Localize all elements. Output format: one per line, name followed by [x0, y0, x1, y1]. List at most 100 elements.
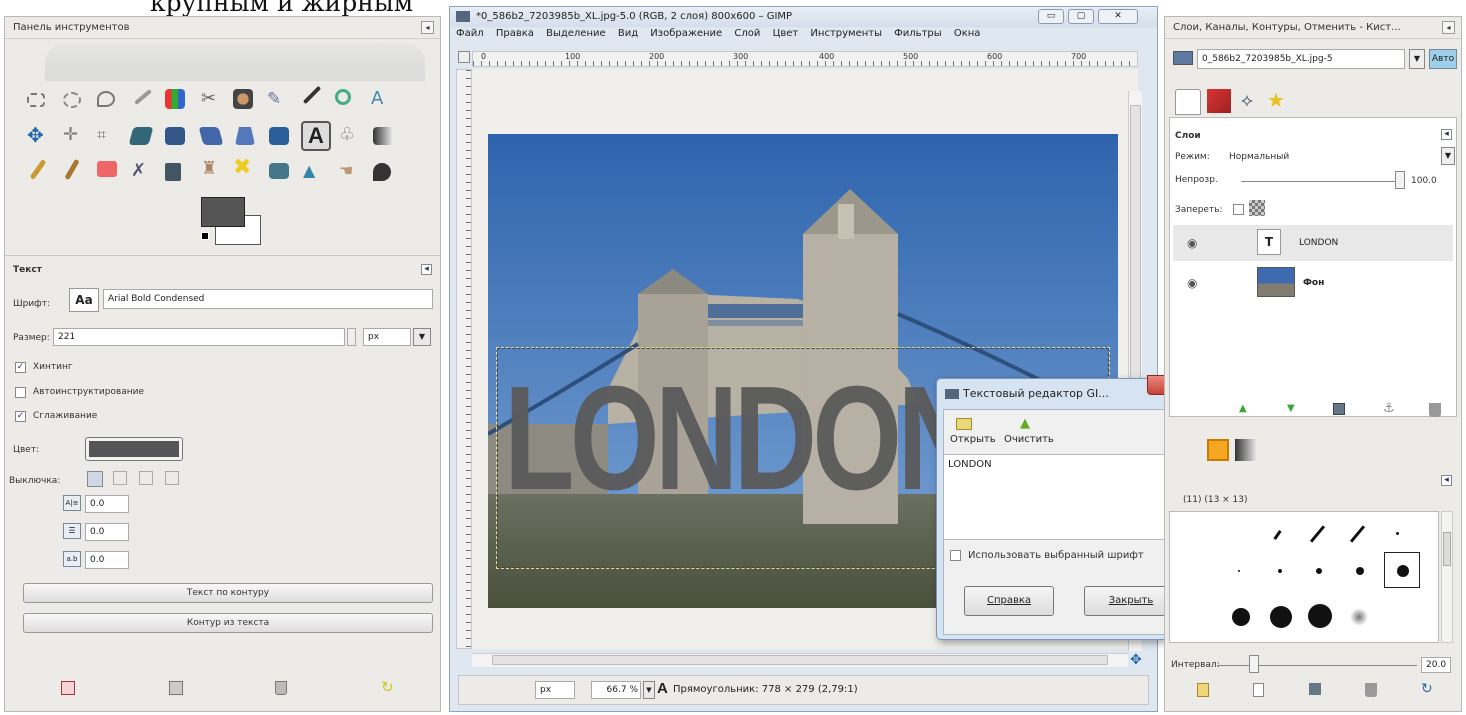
- text-tool-icon[interactable]: A: [301, 121, 331, 151]
- menu-filters[interactable]: Фильтры: [894, 28, 941, 39]
- align-tool-icon[interactable]: ✛: [63, 125, 85, 147]
- opacity-slider-handle[interactable]: [1395, 171, 1405, 189]
- brush-dot-4[interactable]: [1356, 567, 1364, 575]
- layer-visibility-eye-icon[interactable]: ◉: [1187, 236, 1197, 250]
- mode-value[interactable]: Нормальный: [1229, 152, 1289, 162]
- size-unit-select[interactable]: px: [363, 328, 411, 346]
- brush-slash-2[interactable]: [1309, 525, 1326, 543]
- color-picker-tool-icon[interactable]: [302, 85, 322, 105]
- paintbrush-tool-icon[interactable]: [64, 158, 80, 181]
- size-spin-icon[interactable]: [347, 328, 356, 346]
- mode-dropdown-icon[interactable]: ▼: [1441, 147, 1455, 165]
- tool-options-menu-icon[interactable]: ◂: [421, 264, 432, 275]
- default-colors-icon[interactable]: [201, 232, 209, 240]
- delete-options-icon[interactable]: [275, 681, 287, 695]
- lower-layer-icon[interactable]: ▼: [1287, 403, 1295, 414]
- ellipse-select-tool-icon[interactable]: [63, 92, 81, 108]
- tab-undo-icon[interactable]: ★: [1263, 87, 1289, 113]
- perspective-tool-icon[interactable]: [235, 127, 255, 145]
- help-button[interactable]: Справка: [964, 586, 1054, 616]
- delete-layer-icon[interactable]: [1429, 403, 1441, 417]
- dock-menu-icon[interactable]: ◂: [1442, 21, 1455, 34]
- autohint-checkbox[interactable]: [15, 387, 26, 398]
- flip-tool-icon[interactable]: [269, 127, 289, 145]
- minimize-button[interactable]: ▭: [1038, 9, 1064, 24]
- font-preview-button[interactable]: Aa: [69, 288, 99, 312]
- dodge-burn-tool-icon[interactable]: [373, 163, 391, 181]
- ink-tool-icon[interactable]: [165, 163, 181, 181]
- justify-center-button[interactable]: [139, 471, 153, 485]
- open-button[interactable]: Открыть: [950, 434, 996, 445]
- tab-gradients-icon[interactable]: [1235, 439, 1257, 461]
- fuzzy-select-tool-icon[interactable]: [134, 89, 152, 105]
- save-options-icon[interactable]: [61, 681, 75, 695]
- menu-tools[interactable]: Инструменты: [810, 28, 882, 39]
- tab-layers-icon[interactable]: [1175, 89, 1201, 115]
- brush-small-1[interactable]: [1396, 532, 1399, 535]
- menu-layer[interactable]: Слой: [734, 28, 760, 39]
- lasso-tool-icon[interactable]: [97, 91, 115, 107]
- menu-edit[interactable]: Правка: [496, 28, 534, 39]
- brush-slash-1[interactable]: [1273, 530, 1282, 540]
- lock-pixels-checkbox[interactable]: [1233, 204, 1244, 215]
- refresh-brushes-icon[interactable]: ↻: [1421, 681, 1433, 697]
- clear-button[interactable]: Очистить: [1004, 434, 1054, 445]
- brush-large-3[interactable]: [1308, 604, 1332, 628]
- scissors-tool-icon[interactable]: ✂: [201, 89, 223, 111]
- text-along-path-button[interactable]: Текст по контуру: [23, 583, 433, 603]
- zoom-tool-icon[interactable]: [335, 89, 351, 105]
- foreground-select-tool-icon[interactable]: [233, 89, 253, 109]
- menu-windows[interactable]: Окна: [954, 28, 981, 39]
- tab-brushes-icon[interactable]: [1207, 439, 1229, 461]
- brush-dot-3[interactable]: [1316, 568, 1322, 574]
- layer-name-london[interactable]: LONDON: [1299, 238, 1338, 248]
- rotate-tool-icon[interactable]: [128, 127, 154, 145]
- raise-layer-icon[interactable]: ▲: [1239, 403, 1247, 414]
- select-by-color-tool-icon[interactable]: [165, 89, 185, 109]
- blend-tool-icon[interactable]: [373, 127, 393, 145]
- rect-select-tool-icon[interactable]: [27, 93, 45, 107]
- unit-select[interactable]: px: [535, 681, 575, 699]
- perspective-clone-tool-icon[interactable]: [269, 163, 289, 179]
- anchor-layer-icon[interactable]: ⚓: [1383, 401, 1395, 416]
- foreground-color-swatch[interactable]: [201, 197, 245, 227]
- line-spacing-input[interactable]: 0.0: [85, 523, 129, 541]
- hinting-checkbox[interactable]: ✓: [15, 362, 26, 373]
- menu-view[interactable]: Вид: [618, 28, 638, 39]
- menu-colors[interactable]: Цвет: [773, 28, 799, 39]
- brush-large-1[interactable]: [1232, 608, 1250, 626]
- restore-options-icon[interactable]: [169, 681, 183, 695]
- text-color-button[interactable]: [85, 437, 183, 461]
- paths-tool-icon[interactable]: ✎: [267, 89, 289, 111]
- navigate-icon[interactable]: ✥: [1130, 653, 1142, 667]
- maximize-button[interactable]: ▢: [1068, 9, 1094, 24]
- new-brush-icon[interactable]: [1253, 683, 1264, 697]
- opacity-value[interactable]: 100.0: [1411, 176, 1437, 186]
- crop-tool-icon[interactable]: ⌗: [97, 125, 119, 147]
- layer-visibility-eye-icon[interactable]: ◉: [1187, 276, 1197, 290]
- quick-mask-toggle-icon[interactable]: [458, 51, 470, 63]
- brush-scrollbar[interactable]: [1441, 511, 1453, 643]
- brushes-menu-icon[interactable]: ◂: [1441, 475, 1452, 486]
- panel-menu-icon[interactable]: ◂: [421, 21, 434, 34]
- clone-tool-icon[interactable]: ♜: [201, 159, 223, 181]
- menu-select[interactable]: Выделение: [546, 28, 606, 39]
- brush-fuzzy-1[interactable]: [1350, 608, 1368, 626]
- airbrush-tool-icon[interactable]: ✗: [131, 161, 153, 183]
- move-tool-icon[interactable]: ✥: [27, 125, 49, 147]
- shear-tool-icon[interactable]: [198, 127, 224, 145]
- edit-brush-icon[interactable]: [1197, 683, 1209, 697]
- antialias-checkbox[interactable]: ✓: [15, 411, 26, 422]
- bucket-fill-tool-icon[interactable]: ♧: [339, 125, 361, 147]
- layer-name-background[interactable]: Фон: [1303, 278, 1324, 288]
- measure-tool-icon[interactable]: A: [371, 89, 393, 111]
- brush-selected[interactable]: [1384, 552, 1420, 588]
- lock-alpha-icon[interactable]: [1249, 200, 1265, 216]
- indent-input[interactable]: 0.0: [85, 495, 129, 513]
- pencil-tool-icon[interactable]: [29, 159, 47, 180]
- text-entry-area[interactable]: LONDON: [944, 454, 1196, 540]
- spacing-slider-handle[interactable]: [1249, 655, 1259, 673]
- image-select-dropdown-icon[interactable]: ▼: [1409, 49, 1425, 69]
- duplicate-layer-icon[interactable]: [1333, 403, 1345, 415]
- scale-tool-icon[interactable]: [165, 127, 185, 145]
